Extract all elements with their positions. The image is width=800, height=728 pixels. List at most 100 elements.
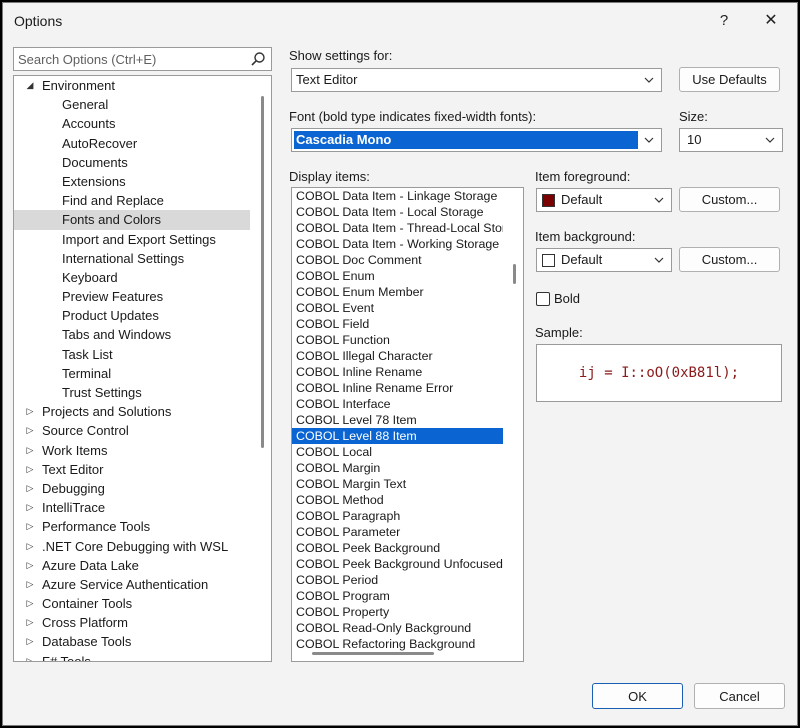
list-item[interactable]: COBOL Level 78 Item [292,412,503,428]
list-item[interactable]: COBOL Parameter [292,524,503,540]
collapsed-arrow-icon[interactable]: ▷ [25,498,35,517]
tree-item[interactable]: Extensions [14,172,271,191]
collapsed-arrow-icon[interactable]: ▷ [25,632,35,651]
list-item[interactable]: COBOL Field [292,316,503,332]
tree-item[interactable]: ▷ IntelliTrace [14,498,271,517]
expanded-arrow-icon[interactable]: ◢ [25,76,35,95]
tree-item[interactable]: ▷ Debugging [14,479,271,498]
font-combo[interactable]: Cascadia Mono [291,128,662,152]
collapsed-arrow-icon[interactable]: ▷ [25,575,35,594]
list-item[interactable]: COBOL Peek Background Unfocused [292,556,503,572]
display-items-vscrollbar[interactable] [513,264,516,284]
tree-item[interactable]: ▷ F# Tools [14,652,271,661]
foreground-custom-button[interactable]: Custom... [679,187,780,212]
collapsed-arrow-icon[interactable]: ▷ [25,613,35,632]
list-item[interactable]: COBOL Paragraph [292,508,503,524]
list-item[interactable]: COBOL Inline Rename Error [292,380,503,396]
collapsed-arrow-icon[interactable]: ▷ [25,402,35,421]
tree-item-label: IntelliTrace [42,500,106,516]
tree-item[interactable]: Documents [14,153,271,172]
tree-item[interactable]: ▷ Source Control [14,421,271,440]
list-item[interactable]: COBOL Illegal Character [292,348,503,364]
ok-button[interactable]: OK [592,683,683,709]
background-custom-button[interactable]: Custom... [679,247,780,272]
list-item[interactable]: COBOL Program [292,588,503,604]
size-combo[interactable]: 10 [679,128,783,152]
tree-item[interactable]: ▷ Azure Data Lake [14,556,271,575]
tree-item[interactable]: Task List [14,345,271,364]
list-item[interactable]: COBOL Enum Member [292,284,503,300]
collapsed-arrow-icon[interactable]: ▷ [25,537,35,556]
collapsed-arrow-icon[interactable]: ▷ [25,652,35,661]
tree-item[interactable]: ▷ Cross Platform [14,613,271,632]
tree-item[interactable]: Terminal [14,364,271,383]
tree-item[interactable]: ◢ Environment [14,76,271,95]
list-item[interactable]: COBOL Enum [292,268,503,284]
collapsed-arrow-icon[interactable]: ▷ [25,441,35,460]
collapsed-arrow-icon[interactable]: ▷ [25,421,35,440]
list-item[interactable]: COBOL Local [292,444,503,460]
list-item[interactable]: COBOL Data Item - Linkage Storage [292,188,503,204]
tree-item[interactable]: Import and Export Settings [14,230,271,249]
list-item[interactable]: COBOL Margin Text [292,476,503,492]
tree-item[interactable]: ▷ Projects and Solutions [14,402,271,421]
tree-item[interactable]: Keyboard [14,268,271,287]
tree-item[interactable]: Find and Replace [14,191,271,210]
search-box[interactable] [13,47,272,71]
list-item[interactable]: COBOL Margin [292,460,503,476]
tree-item[interactable]: ▷ Container Tools [14,594,271,613]
list-item[interactable]: COBOL Function [292,332,503,348]
tree-item[interactable]: Fonts and Colors [14,210,250,230]
list-item[interactable]: COBOL Peek Background [292,540,503,556]
tree-item[interactable]: ▷ Work Items [14,441,271,460]
list-item[interactable]: COBOL Data Item - Local Storage [292,204,503,220]
tree-item[interactable]: ▷ Text Editor [14,460,271,479]
list-item[interactable]: COBOL Data Item - Thread-Local Storage [292,220,503,236]
tree-item-label: .NET Core Debugging with WSL [42,538,229,554]
list-item[interactable]: COBOL Inline Rename [292,364,503,380]
bold-checkbox[interactable] [536,292,550,306]
bold-label[interactable]: Bold [554,291,580,306]
tree-item[interactable]: ▷ .NET Core Debugging with WSL [14,537,271,556]
list-item[interactable]: COBOL Property [292,604,503,620]
list-item[interactable]: COBOL Read-Only Background [292,620,503,636]
tree-item[interactable]: Preview Features [14,287,271,306]
display-items-hscrollbar[interactable] [312,652,434,655]
tree-item[interactable]: ▷ Database Tools [14,632,271,651]
tree-item[interactable]: ▷ Performance Tools [14,517,271,536]
collapsed-arrow-icon[interactable]: ▷ [25,479,35,498]
close-button[interactable]: ✕ [756,7,786,35]
tree-item[interactable]: Trust Settings [14,383,271,402]
tree-item[interactable]: General [14,95,271,114]
collapsed-arrow-icon[interactable]: ▷ [25,517,35,536]
display-items-list[interactable]: COBOL Data Item - Linkage Storage COBOL D… [291,187,524,662]
list-item[interactable]: COBOL Event [292,300,503,316]
help-button[interactable]: ? [709,7,739,35]
show-settings-combo[interactable]: Text Editor [291,68,662,92]
list-item[interactable]: COBOL Interface [292,396,503,412]
tree-item[interactable]: ▷ Azure Service Authentication [14,575,271,594]
list-item[interactable]: COBOL Data Item - Working Storage [292,236,503,252]
list-item[interactable]: COBOL Doc Comment [292,252,503,268]
item-foreground-combo[interactable]: Default [536,188,672,212]
tree-item[interactable]: Tabs and Windows [14,325,271,344]
options-tree[interactable]: ◢ Environment General Accounts AutoRecover Do… [13,75,272,662]
tree-item[interactable]: AutoRecover [14,134,271,153]
item-background-combo[interactable]: Default [536,248,672,272]
tree-item[interactable]: Accounts [14,114,271,133]
collapsed-arrow-icon[interactable]: ▷ [25,460,35,479]
list-item[interactable]: COBOL Refactoring Background [292,636,503,652]
collapsed-arrow-icon[interactable]: ▷ [25,594,35,613]
search-input[interactable] [18,50,244,68]
search-icon[interactable] [250,51,266,67]
collapsed-arrow-icon[interactable]: ▷ [25,556,35,575]
tree-scrollbar[interactable] [261,96,264,448]
list-item[interactable]: COBOL Period [292,572,503,588]
tree-item[interactable]: Product Updates [14,306,271,325]
list-item[interactable]: COBOL Method [292,492,503,508]
use-defaults-button[interactable]: Use Defaults [679,67,780,92]
tree-item[interactable]: International Settings [14,249,271,268]
tree-item-label: Find and Replace [62,193,164,209]
cancel-button[interactable]: Cancel [694,683,785,709]
list-item[interactable]: COBOL Level 88 Item [292,428,503,444]
